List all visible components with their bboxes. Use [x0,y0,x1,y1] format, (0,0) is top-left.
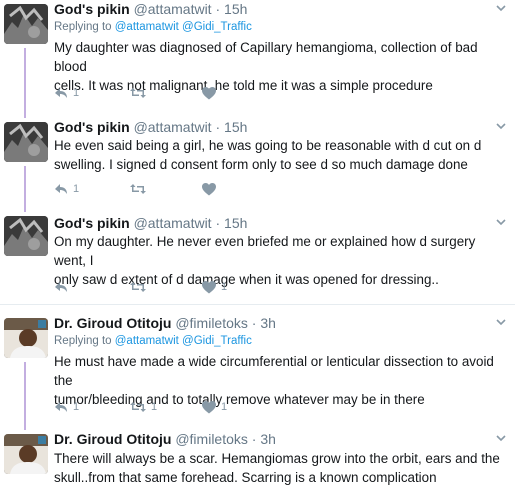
tweet-text-line: swelling. I signed d consent form only t… [54,157,468,172]
reply-count: 1 [73,401,80,413]
author-name[interactable]: Dr. Giroud Otitoju [54,431,171,447]
like-count: 1 [221,401,228,413]
retweet-icon [130,282,146,292]
heart-icon [202,400,216,413]
tweet-text-line: He must have made a wide circumferential… [54,354,494,388]
author-handle[interactable]: @fimiletoks [175,431,248,447]
retweet-count: 1 [151,401,158,413]
tweet-text-line: skull..from that same forehead. Scarring… [54,470,437,485]
retweet-icon [130,402,146,412]
tweet-actions: 1 [54,84,354,102]
separator-dot: · [215,215,221,231]
retweet-button[interactable] [130,180,151,198]
tweet[interactable]: God's pikin @attamatwit · 15h Replying t… [0,0,515,118]
chevron-down-icon[interactable] [495,120,507,132]
reply-icon [55,402,67,412]
replying-to-prefix: Replying to [54,335,112,347]
retweet-button[interactable]: 1 [130,398,157,416]
author-name[interactable]: God's pikin [54,119,130,135]
avatar[interactable] [4,434,48,474]
timestamp[interactable]: 15h [224,119,247,135]
reply-icon [55,282,67,292]
avatar[interactable] [4,216,48,256]
replying-to: Replying to @attamatwit @Gidi_Traffic [54,21,252,33]
author-handle[interactable]: @attamatwit [134,215,212,231]
reply-icon [55,88,67,98]
tweet[interactable]: God's pikin @attamatwit · 15h On my daug… [0,212,515,304]
separator-dot: · [251,431,257,447]
like-button[interactable] [202,84,221,102]
reply-button[interactable]: 1 [54,398,79,416]
chevron-down-icon[interactable] [495,432,507,444]
like-button[interactable] [202,180,221,198]
tweet-actions: 1 1 1 [54,398,354,416]
reply-button[interactable]: 1 [54,84,79,102]
replying-to-prefix: Replying to [54,21,112,33]
tweet-text: He even said being a girl, he was going … [54,136,509,174]
separator-dot: · [215,1,221,17]
separator-dot: · [251,315,257,331]
avatar[interactable] [4,4,48,44]
tweet[interactable]: God's pikin @attamatwit · 15h He even sa… [0,118,515,212]
reply-count: 1 [73,183,80,195]
chevron-down-icon[interactable] [495,2,507,14]
avatar[interactable] [4,122,48,162]
replying-to: Replying to @attamatwit @Gidi_Traffic [54,335,252,347]
tweet-actions: 1 [54,180,354,198]
reply-count: 1 [73,87,80,99]
author-name[interactable]: God's pikin [54,1,130,17]
tweet-text-line: On my daughter. He never even briefed me… [54,234,476,268]
author-name[interactable]: God's pikin [54,215,130,231]
replying-to-handles[interactable]: @attamatwit @Gidi_Traffic [115,21,252,33]
like-button[interactable]: 1 [202,278,227,296]
timestamp[interactable]: 3h [260,431,276,447]
retweet-icon [130,184,146,194]
reply-button[interactable]: 1 [54,180,79,198]
timestamp[interactable]: 15h [224,1,247,17]
tweet-text: There will always be a scar. Hemangiomas… [54,449,509,487]
author-handle[interactable]: @fimiletoks [175,315,248,331]
tweet-actions: 1 [54,278,354,296]
reply-icon [55,184,67,194]
thread-divider [0,304,515,305]
tweet[interactable]: Dr. Giroud Otitoju @fimiletoks · 3h Ther… [0,430,515,490]
author-handle[interactable]: @attamatwit [134,1,212,17]
chevron-down-icon[interactable] [495,216,507,228]
like-button[interactable]: 1 [202,398,227,416]
avatar[interactable] [4,318,48,358]
heart-icon [202,182,216,195]
tweet-text-line: He even said being a girl, he was going … [54,138,482,153]
retweet-icon [130,88,146,98]
heart-icon [202,280,216,293]
timestamp[interactable]: 3h [260,315,276,331]
chevron-down-icon[interactable] [495,316,507,328]
author-handle[interactable]: @attamatwit [134,119,212,135]
heart-icon [202,86,216,99]
tweet[interactable]: Dr. Giroud Otitoju @fimiletoks · 3h Repl… [0,314,515,430]
replying-to-handles[interactable]: @attamatwit @Gidi_Traffic [115,335,252,347]
separator-dot: · [215,119,221,135]
tweet-text-line: There will always be a scar. Hemangiomas… [54,451,500,466]
like-count: 1 [221,281,228,293]
tweet-text-line: My daughter was diagnosed of Capillary h… [54,40,478,74]
author-name[interactable]: Dr. Giroud Otitoju [54,315,171,331]
retweet-button[interactable] [130,278,151,296]
retweet-button[interactable] [130,84,151,102]
timestamp[interactable]: 15h [224,215,247,231]
reply-button[interactable] [54,278,73,296]
